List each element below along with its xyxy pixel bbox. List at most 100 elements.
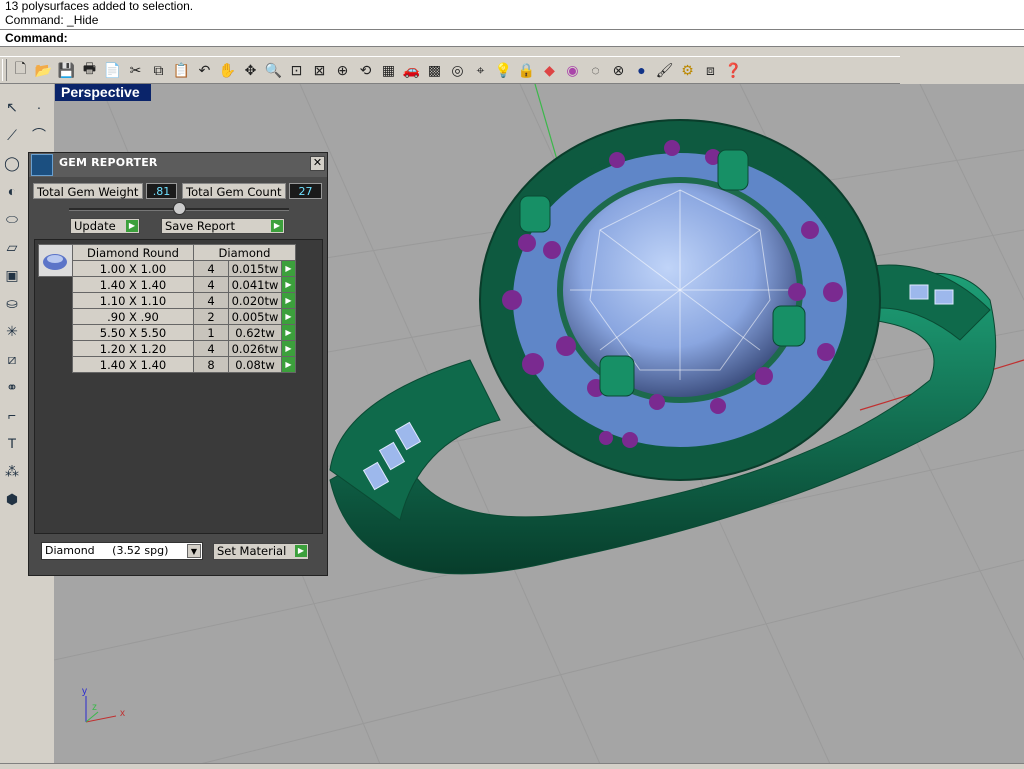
column-header: Diamond Round: [72, 244, 194, 261]
set-material-button[interactable]: Set Material ▶: [213, 543, 309, 560]
box-icon[interactable]: ▣: [1, 263, 23, 287]
layers-icon[interactable]: ◆: [538, 58, 561, 82]
text-icon[interactable]: T: [1, 431, 23, 455]
gem-size: 5.50 X 5.50: [72, 324, 194, 341]
fillet-icon[interactable]: ⌐: [1, 403, 23, 427]
total-count-value: 27: [289, 183, 322, 199]
rotate-view-icon[interactable]: ✥: [239, 58, 262, 82]
osnap-icon[interactable]: ◎: [446, 58, 469, 82]
gem-reporter-header[interactable]: GEM REPORTER ✕: [29, 153, 327, 177]
command-history: 13 polysurfaces added to selection. Comm…: [0, 0, 1024, 30]
chevron-down-icon[interactable]: ▼: [187, 544, 201, 558]
light-bulb-icon[interactable]: 💡: [492, 58, 515, 82]
surface-icon[interactable]: ▱: [1, 235, 23, 259]
shaded-sphere-icon[interactable]: ●: [630, 58, 653, 82]
group-icon[interactable]: ⧈: [699, 58, 722, 82]
select-arrow-icon[interactable]: ↖: [1, 95, 23, 119]
zoom-icon[interactable]: 🔍: [262, 58, 285, 82]
split-icon[interactable]: ⧄: [1, 347, 23, 371]
axis-x-label: x: [120, 708, 125, 719]
lock-icon[interactable]: 🔒: [515, 58, 538, 82]
cut-icon[interactable]: ✂: [124, 58, 147, 82]
paste-icon[interactable]: 📋: [170, 58, 193, 82]
row-arrow-icon[interactable]: ▶: [281, 276, 296, 293]
lamp-icon[interactable]: 🖌: [653, 58, 676, 82]
curve-icon[interactable]: ⌒: [28, 123, 50, 147]
zoom-window-icon[interactable]: ⊡: [285, 58, 308, 82]
pan-hand-icon[interactable]: ✋: [216, 58, 239, 82]
table-row[interactable]: .90 X .90 2 0.005tw ▶: [72, 308, 296, 325]
save-report-button[interactable]: Save Report ▶: [161, 218, 285, 234]
gem-weight: 0.005tw: [228, 308, 282, 325]
open-icon[interactable]: 📂: [32, 58, 55, 82]
gem-thumbnail[interactable]: [38, 244, 73, 277]
point-icon[interactable]: ·: [28, 95, 50, 119]
table-row[interactable]: 1.20 X 1.20 4 0.026tw ▶: [72, 340, 296, 357]
import-icon[interactable]: 📄: [101, 58, 124, 82]
undo-icon[interactable]: ↶: [193, 58, 216, 82]
command-line[interactable]: Command:: [0, 29, 1024, 47]
table-row[interactable]: 1.10 X 1.10 4 0.020tw ▶: [72, 292, 296, 309]
table-header: Diamond Round Diamond: [72, 244, 296, 261]
copy-icon[interactable]: ⧉: [147, 58, 170, 82]
array-icon[interactable]: ⁂: [1, 459, 23, 483]
gem-reporter-logo-icon: [31, 154, 53, 176]
render-sphere-icon[interactable]: ⊗: [607, 58, 630, 82]
save-report-label: Save Report: [165, 219, 236, 233]
grid-icon[interactable]: ▩: [423, 58, 446, 82]
gem-count: 4: [193, 260, 229, 277]
gem-weight: 0.041tw: [228, 276, 282, 293]
zoom-selected-icon[interactable]: ⊕: [331, 58, 354, 82]
new-icon[interactable]: 🗋: [9, 58, 32, 82]
y-axis-line: [534, 84, 561, 171]
history-line-2: Command: _Hide: [5, 14, 99, 27]
gem-count: 4: [193, 340, 229, 357]
play-arrow-icon: ▶: [295, 545, 307, 557]
cylinder-icon[interactable]: ⛀: [1, 291, 23, 315]
help-icon[interactable]: ❓: [722, 58, 745, 82]
viewport-title[interactable]: Perspective: [55, 84, 151, 101]
table-row[interactable]: 1.00 X 1.00 4 0.015tw ▶: [72, 260, 296, 277]
material-select-value: Diamond (3.52 spg): [45, 544, 169, 557]
print-icon[interactable]: 🖶: [78, 58, 101, 82]
transform-icon[interactable]: ✳: [1, 319, 23, 343]
column-header: Diamond: [193, 244, 296, 261]
gear-icon[interactable]: ⚙: [676, 58, 699, 82]
gem-size: 1.40 X 1.40: [72, 276, 194, 293]
gem-reporter-panel: GEM REPORTER ✕ Total Gem Weight .81 Tota…: [28, 152, 328, 576]
row-arrow-icon[interactable]: ▶: [281, 308, 296, 325]
undo-view-icon[interactable]: ⟲: [354, 58, 377, 82]
toolbar-grip[interactable]: [2, 59, 7, 81]
table-row[interactable]: 5.50 X 5.50 1 0.62tw ▶: [72, 324, 296, 341]
ellipse-icon[interactable]: ⬭: [1, 207, 23, 231]
gem-count: 4: [193, 276, 229, 293]
close-icon[interactable]: ✕: [310, 156, 325, 171]
row-arrow-icon[interactable]: ▶: [281, 292, 296, 309]
status-bar: [0, 763, 1024, 769]
circle-icon[interactable]: ◯: [1, 151, 23, 175]
osnap-settings-icon[interactable]: ⌖: [469, 58, 492, 82]
polyline-icon[interactable]: ⟋: [1, 123, 23, 147]
color-wheel-icon[interactable]: ◉: [561, 58, 584, 82]
row-arrow-icon[interactable]: ▶: [281, 260, 296, 277]
row-arrow-icon[interactable]: ▶: [281, 324, 296, 341]
four-views-icon[interactable]: ▦: [377, 58, 400, 82]
table-row[interactable]: 1.40 X 1.40 8 0.08tw ▶: [72, 356, 296, 373]
wireframe-sphere-icon[interactable]: ◌: [584, 58, 607, 82]
arc-icon[interactable]: ◐: [1, 179, 23, 203]
solid-icon[interactable]: ⬢: [1, 487, 23, 511]
gem-weight: 0.020tw: [228, 292, 282, 309]
gem-weight: 0.026tw: [228, 340, 282, 357]
material-select[interactable]: Diamond (3.52 spg) ▼: [41, 542, 203, 560]
slider-handle[interactable]: [173, 202, 186, 215]
save-icon[interactable]: 💾: [55, 58, 78, 82]
car-icon[interactable]: 🚗: [400, 58, 423, 82]
boolean-icon[interactable]: ⚭: [1, 375, 23, 399]
update-button[interactable]: Update ▶: [70, 218, 140, 234]
gem-count: 8: [193, 356, 229, 373]
zoom-extents-icon[interactable]: ⊠: [308, 58, 331, 82]
row-arrow-icon[interactable]: ▶: [281, 340, 296, 357]
table-row[interactable]: 1.40 X 1.40 4 0.041tw ▶: [72, 276, 296, 293]
row-arrow-icon[interactable]: ▶: [281, 356, 296, 373]
gem-count: 2: [193, 308, 229, 325]
